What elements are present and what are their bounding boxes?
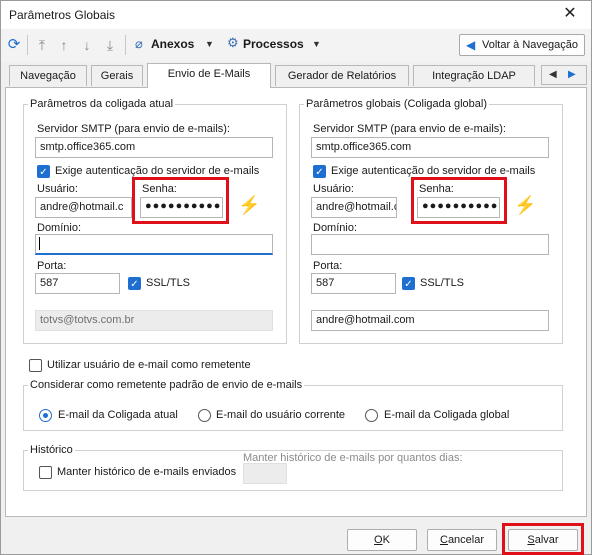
lightning-icon[interactable]: ⚡: [514, 195, 536, 216]
use-user-email-checkbox[interactable]: [29, 359, 42, 372]
dominio-label: Domínio:: [313, 222, 358, 234]
group-legend: Parâmetros globais (Coligada global): [306, 98, 487, 110]
radio-label: E-mail do usuário corrente: [216, 409, 346, 421]
tab-gerador-de-relatorios[interactable]: Gerador de Relatórios: [275, 65, 409, 86]
ssl-checkbox[interactable]: ✓: [128, 277, 141, 290]
anexos-label: Anexos: [151, 37, 195, 51]
paperclip-icon: ⌀: [135, 36, 143, 51]
move-first-icon[interactable]: ⤒: [33, 36, 51, 54]
refresh-icon[interactable]: ⟳: [5, 36, 23, 54]
porta-input[interactable]: 587: [311, 273, 396, 294]
chevron-down-icon: ▼: [205, 39, 214, 49]
tab-label: Integração LDAP: [432, 70, 516, 82]
auth-checkbox[interactable]: ✓: [37, 165, 50, 178]
arrow-left-icon[interactable]: ◀: [549, 69, 557, 80]
email-input[interactable]: totvs@totvs.com.br: [35, 310, 273, 331]
smtp-label: Servidor SMTP (para envio de e-mails):: [37, 123, 230, 135]
text-cursor: [39, 237, 40, 250]
move-up-icon[interactable]: ↑: [55, 36, 73, 54]
usuario-input[interactable]: andre@hotmail.c: [35, 197, 132, 218]
tab-label: Gerador de Relatórios: [287, 70, 397, 82]
dominio-input[interactable]: [311, 234, 549, 255]
title-bar: Parâmetros Globais ✕: [1, 1, 591, 29]
tab-envio-de-emails[interactable]: Envio de E-Mails: [147, 63, 271, 88]
dominio-input[interactable]: [35, 234, 273, 255]
porta-input[interactable]: 587: [35, 273, 120, 294]
tab-gerais[interactable]: Gerais: [91, 65, 143, 86]
toolbar: ⟳ ⤒ ↑ ↓ ⤓ ⌀ Anexos ▼ ⚙ Processos ▼ ◀ Vol…: [1, 29, 591, 62]
move-last-icon[interactable]: ⤓: [101, 36, 119, 54]
ssl-label: SSL/TLS: [146, 277, 191, 289]
keep-history-label: Manter histórico de e-mails enviados: [57, 466, 237, 478]
tab-integracao-ldap[interactable]: Integração LDAP: [413, 65, 535, 86]
group-legend: Considerar como remetente padrão de envi…: [30, 379, 303, 391]
porta-label: Porta:: [313, 260, 343, 272]
usuario-input[interactable]: andre@hotmail.c: [311, 197, 397, 218]
history-days-input[interactable]: [243, 463, 287, 484]
arrow-right-icon[interactable]: ▶: [568, 69, 576, 80]
chevron-down-icon: ▼: [312, 39, 321, 49]
ssl-label: SSL/TLS: [420, 277, 465, 289]
highlight-box: [132, 177, 229, 224]
gear-icon: ⚙: [227, 35, 239, 50]
highlight-box: [411, 177, 507, 224]
radio-usuario-corrente[interactable]: [198, 409, 211, 422]
auth-label: Exige autenticação do servidor de e-mail…: [55, 165, 260, 177]
usuario-label: Usuário:: [37, 183, 78, 195]
close-icon[interactable]: ✕: [559, 4, 581, 26]
back-to-navigation-button[interactable]: ◀ Voltar à Navegação: [459, 34, 585, 56]
lightning-icon[interactable]: ⚡: [238, 195, 260, 216]
dominio-label: Domínio:: [37, 222, 82, 234]
back-button-label: Voltar à Navegação: [482, 39, 579, 51]
ok-mnemonic: O: [374, 534, 383, 546]
group-legend: Histórico: [30, 444, 73, 456]
smtp-server-input[interactable]: smtp.office365.com: [311, 137, 549, 158]
radio-coligada-atual[interactable]: [39, 409, 52, 422]
ssl-checkbox[interactable]: ✓: [402, 277, 415, 290]
keep-history-checkbox[interactable]: [39, 466, 52, 479]
toolbar-separator: [125, 35, 126, 55]
auth-checkbox[interactable]: ✓: [313, 165, 326, 178]
cancel-button[interactable]: Cancelar: [427, 529, 497, 551]
tab-scroller: ◀ ▶: [541, 65, 587, 85]
porta-label: Porta:: [37, 260, 67, 272]
tab-label: Envio de E-Mails: [167, 68, 251, 80]
processos-label: Processos: [243, 37, 304, 51]
radio-coligada-global[interactable]: [365, 409, 378, 422]
group-remetente: Considerar como remetente padrão de envi…: [23, 379, 563, 431]
ok-button[interactable]: OK: [347, 529, 417, 551]
highlight-box: [502, 523, 584, 555]
smtp-server-input[interactable]: smtp.office365.com: [35, 137, 273, 158]
use-user-email-label: Utilizar usuário de e-mail como remetent…: [47, 359, 251, 371]
group-legend: Parâmetros da coligada atual: [30, 98, 174, 110]
smtp-label: Servidor SMTP (para envio de e-mails):: [313, 123, 506, 135]
move-down-icon[interactable]: ↓: [78, 36, 96, 54]
auth-label: Exige autenticação do servidor de e-mail…: [331, 165, 536, 177]
usuario-label: Usuário:: [313, 183, 354, 195]
tab-label: Navegação: [20, 70, 76, 82]
toolbar-separator: [27, 35, 28, 55]
cancel-mnemonic: C: [439, 534, 448, 546]
cancel-label: ancelar: [447, 534, 485, 546]
tab-label: Gerais: [100, 70, 134, 82]
arrow-left-icon: ◀: [466, 38, 476, 52]
dialog-window: Parâmetros Globais ✕ ⟳ ⤒ ↑ ↓ ⤓ ⌀ Anexos …: [0, 0, 592, 555]
window-title: Parâmetros Globais: [9, 8, 116, 22]
ok-label: K: [382, 534, 390, 546]
radio-label: E-mail da Coligada global: [384, 409, 510, 421]
tab-navegacao[interactable]: Navegação: [9, 65, 87, 86]
radio-label: E-mail da Coligada atual: [58, 409, 178, 421]
email-input[interactable]: andre@hotmail.com: [311, 310, 549, 331]
